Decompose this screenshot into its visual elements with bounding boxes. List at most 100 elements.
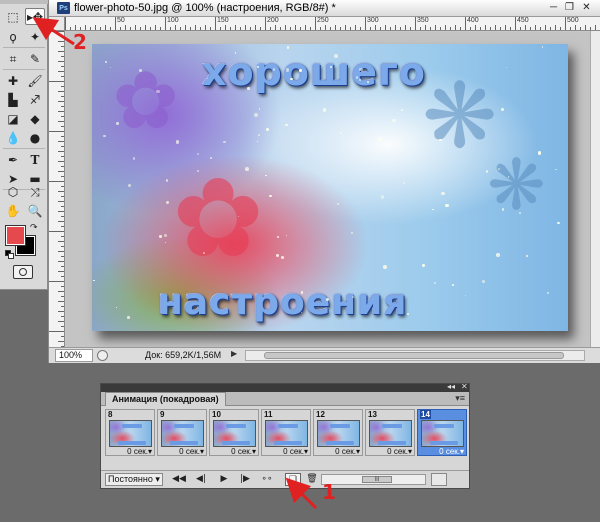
delete-frame-button[interactable]: 🗑 (304, 473, 320, 486)
ruler-tick (535, 25, 536, 30)
ruler-tick (540, 27, 541, 30)
dodge-tool[interactable]: ● (25, 129, 45, 146)
ruler-tick (295, 25, 296, 30)
frame-delay[interactable]: 0 сек.▾ (231, 447, 256, 456)
crop-tool[interactable]: ⌗ (3, 50, 23, 67)
close-button[interactable]: ✕ (579, 1, 594, 15)
panel-menu-icon[interactable]: ▾≡ (455, 393, 465, 404)
ruler-origin[interactable] (49, 17, 65, 31)
sparkle (378, 137, 383, 142)
ruler-number: 300 (367, 17, 379, 24)
animation-frame[interactable]: 13 0 сек.▾ (365, 409, 415, 456)
panel-drag-strip[interactable]: ◂◂ ✕ (101, 382, 469, 392)
eyedropper-tool[interactable]: ✎ (25, 50, 45, 67)
animation-frame[interactable]: 11 0 сек.▾ (261, 409, 311, 456)
sparkle (464, 294, 467, 297)
zoom-tool[interactable]: 🔍 (25, 202, 45, 219)
frame-delay[interactable]: 0 сек.▾ (335, 447, 360, 456)
animation-frame[interactable]: 9 0 сек.▾ (157, 409, 207, 456)
ruler-tick (61, 266, 64, 267)
first-frame-button[interactable]: ◀◀ (171, 473, 187, 486)
thumb-text-bottom (274, 441, 302, 445)
animation-frame[interactable]: 14 0 сек.▾ (417, 409, 467, 456)
sparkle (340, 132, 342, 134)
sparkle (337, 203, 340, 206)
tools-panel-header[interactable] (0, 0, 48, 4)
gradient-tool[interactable]: ◆ (25, 110, 45, 127)
horizontal-scrollbar[interactable] (245, 350, 585, 361)
move-tool[interactable]: ▸✥ (25, 8, 45, 25)
thumb-text-top (382, 424, 402, 428)
ruler-tick (61, 206, 64, 207)
ruler-tick (470, 27, 471, 30)
magic-wand-tool[interactable]: ✦ (25, 28, 45, 45)
ruler-tick (320, 27, 321, 30)
ruler-tick (58, 201, 64, 202)
animation-frame[interactable]: 12 0 сек.▾ (313, 409, 363, 456)
pen-tool[interactable]: ✒ (3, 151, 23, 168)
ruler-tick (150, 27, 151, 30)
sparkle (452, 284, 455, 287)
duplicate-frame-button[interactable]: ❏ (285, 473, 301, 486)
ruler-tick (165, 17, 166, 30)
swap-colors-icon[interactable]: ↷ (30, 222, 38, 233)
ruler-tick (230, 27, 231, 30)
horizontal-ruler[interactable]: 50 100 150 200 250 300 350 400 450 500 (65, 17, 600, 31)
scrollbar-thumb[interactable] (264, 352, 564, 359)
frames-scrollbar-thumb[interactable]: III (362, 476, 392, 483)
marquee-tool[interactable]: ⬚ (3, 8, 23, 25)
loop-select[interactable]: Постоянно ▾ (105, 473, 163, 486)
vertical-ruler[interactable] (49, 31, 65, 347)
status-menu-arrow-icon[interactable]: ▶ (231, 349, 237, 358)
animation-frame[interactable]: 8 0 сек.▾ (105, 409, 155, 456)
hand-tool[interactable]: ✋ (3, 202, 23, 219)
canvas-area[interactable]: ❋ ❋ ✿ ✿ хорошего настроения (66, 32, 600, 347)
frame-thumbnail (109, 420, 152, 447)
ruler-number: 100 (167, 17, 179, 24)
default-colors-icon[interactable] (5, 250, 14, 259)
frames-scrollbar[interactable]: III (321, 474, 426, 485)
thumb-text-bottom (222, 441, 250, 445)
lasso-tool[interactable]: ϙ (3, 28, 23, 45)
history-brush-tool[interactable]: ♐ (25, 91, 45, 108)
3d-orbit-tool[interactable]: ⤨ (25, 183, 45, 200)
ruler-tick (410, 27, 411, 30)
ruler-tick (515, 17, 516, 30)
sparkle (127, 183, 131, 187)
eraser-tool[interactable]: ◪ (3, 110, 23, 127)
collapse-icon[interactable]: ◂◂ (447, 382, 455, 391)
brush-tool[interactable]: 🖌 (25, 72, 45, 89)
play-button[interactable]: ▶ (216, 473, 232, 486)
ruler-tick (560, 27, 561, 30)
foreground-color-swatch[interactable] (5, 225, 26, 246)
quick-mask-button[interactable] (13, 265, 33, 279)
frame-delay[interactable]: 0 сек.▾ (179, 447, 204, 456)
convert-to-timeline-button[interactable] (431, 473, 447, 486)
frame-delay[interactable]: 0 сек.▾ (283, 447, 308, 456)
type-tool[interactable]: T (25, 151, 45, 168)
vertical-scrollbar[interactable] (590, 31, 600, 347)
minimize-button[interactable]: ─ (546, 1, 561, 15)
stamp-tool[interactable]: ▙ (3, 91, 23, 108)
close-panel-icon[interactable]: ✕ (461, 382, 468, 391)
frame-delay[interactable]: 0 сек.▾ (387, 447, 412, 456)
ruler-tick (435, 25, 436, 30)
sparkle (290, 77, 293, 81)
blur-tool[interactable]: 💧 (3, 129, 23, 146)
zoom-field[interactable]: 100% (55, 349, 93, 362)
sparkle (266, 127, 270, 131)
healing-tool[interactable]: ✚ (3, 72, 23, 89)
tab-animation[interactable]: Анимация (покадровая) (105, 392, 226, 406)
frame-delay[interactable]: 0 сек.▾ (439, 447, 464, 456)
hibiscus-shape: ✿ (172, 154, 265, 282)
frame-delay[interactable]: 0 сек.▾ (127, 447, 152, 456)
3d-rotate-tool[interactable]: ⬡ (3, 183, 23, 200)
status-info-icon[interactable] (97, 350, 108, 361)
ruler-tick (330, 27, 331, 30)
prev-frame-button[interactable]: ◀| (193, 473, 209, 486)
tween-button[interactable]: ∘∘ (259, 473, 275, 486)
restore-button[interactable]: ❐ (562, 1, 577, 15)
animation-frame[interactable]: 10 0 сек.▾ (209, 409, 259, 456)
document-title-bar[interactable]: Ps flower-photo-50.jpg @ 100% (настроени… (49, 0, 600, 17)
next-frame-button[interactable]: |▶ (237, 473, 253, 486)
